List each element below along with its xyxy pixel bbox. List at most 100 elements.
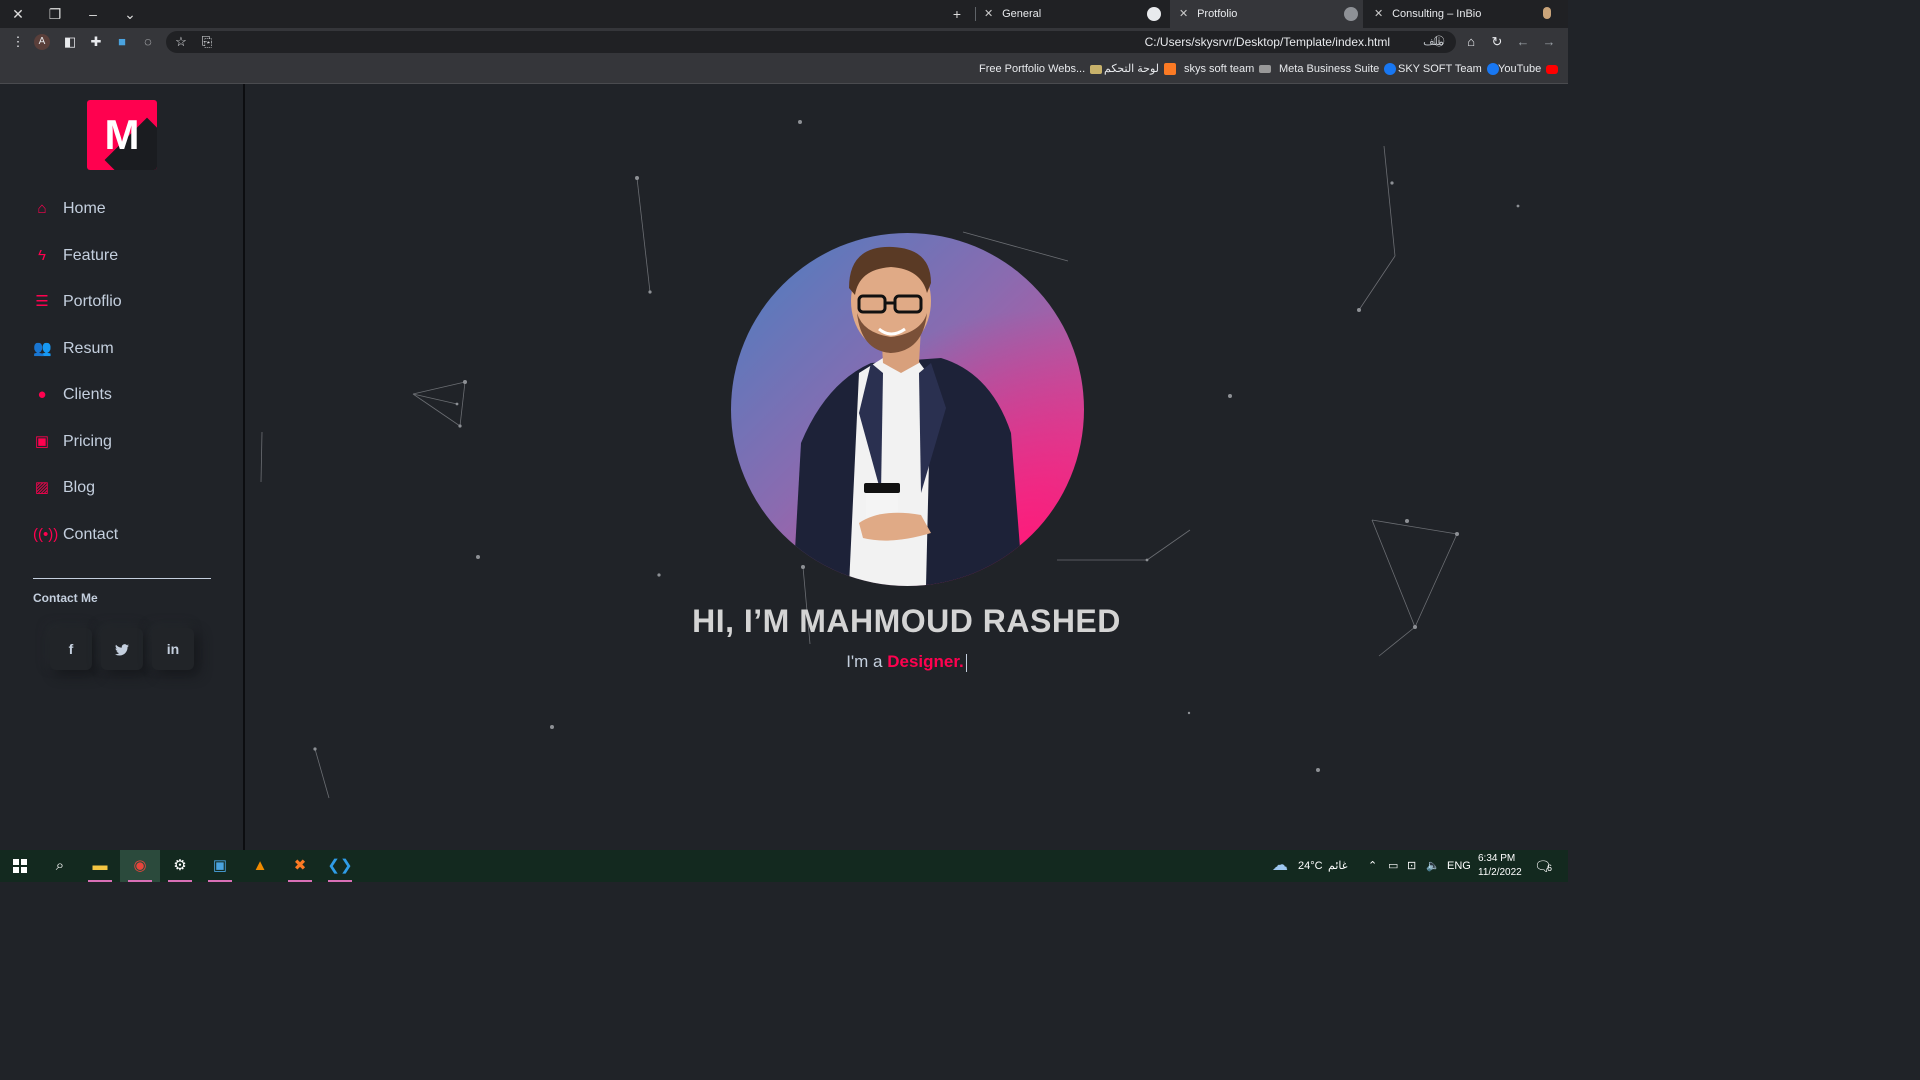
xampp-icon[interactable]: ✖ xyxy=(280,850,320,882)
notification-count: 6 xyxy=(1547,863,1553,873)
tab-consulting[interactable]: ✕ Consulting – InBio xyxy=(1365,0,1565,28)
nav-item-pricing[interactable]: ▣ Pricing xyxy=(33,430,112,454)
windows-start-icon[interactable] xyxy=(0,850,40,882)
typing-cursor xyxy=(965,653,967,672)
close-tab-icon[interactable]: ✕ xyxy=(1179,0,1189,28)
search-icon[interactable]: ⌕ xyxy=(40,850,80,882)
facebook-icon xyxy=(1486,63,1499,76)
extension-translate-icon[interactable]: ■ xyxy=(112,32,132,52)
hero-subtitle-role: Designer. xyxy=(887,652,964,671)
users-icon: 👥 xyxy=(33,340,52,357)
share-icon[interactable]: ⎘ xyxy=(197,32,217,52)
nav-label: Feature xyxy=(63,247,119,264)
tab-title: Protfolio xyxy=(1197,8,1238,20)
meet-icon[interactable]: ▭ xyxy=(1388,850,1398,882)
windows-logo-icon xyxy=(13,859,27,874)
nav-item-clients[interactable]: ● Clients xyxy=(33,383,112,407)
broadcast-icon: ((•)) xyxy=(33,526,59,543)
file-explorer-icon[interactable]: ▬ xyxy=(80,850,120,882)
hero-subtitle: I'm a Designer. xyxy=(0,652,1813,672)
bookmark-free-portfolio[interactable]: Free Portfolio Webs... xyxy=(979,61,1103,77)
hero-subtitle-prefix: I'm a xyxy=(846,652,888,671)
app-running-indicator xyxy=(128,880,152,882)
user-icon: ● xyxy=(37,386,47,403)
volume-icon[interactable]: 🔈 xyxy=(1426,850,1440,882)
bookmark-dashboard[interactable]: لوحة التحكم xyxy=(1104,61,1177,77)
app-running-indicator xyxy=(328,880,352,882)
back-icon[interactable]: ← xyxy=(1513,32,1533,52)
tab-title: General xyxy=(1002,8,1042,20)
reload-icon[interactable]: ↻ xyxy=(1487,32,1507,52)
nav-item-blog[interactable]: ▨ Blog xyxy=(33,476,95,500)
app-running-indicator xyxy=(168,880,192,882)
vscode-icon[interactable]: ❮❯ xyxy=(320,850,360,882)
nav-label: Portoflio xyxy=(63,293,122,310)
weather-temperature[interactable]: 24°C xyxy=(1298,850,1323,882)
facebook-icon xyxy=(1384,63,1397,76)
nav-label: Pricing xyxy=(63,433,112,450)
weather-cloud-icon[interactable]: ☁ xyxy=(1272,850,1288,882)
bookmark-skys-soft-team[interactable]: skys soft team xyxy=(1184,61,1272,77)
globe-icon xyxy=(1344,7,1358,21)
tab-general[interactable]: ✕ General xyxy=(975,0,1167,28)
logo-letter: M xyxy=(104,111,140,158)
image-icon xyxy=(1090,64,1103,74)
side-panel-icon[interactable]: ◧ xyxy=(60,32,80,52)
new-tab-button[interactable]: + xyxy=(946,4,968,24)
tab-portfolio[interactable]: ✕ Protfolio xyxy=(1170,0,1363,28)
tab-title: Consulting – InBio xyxy=(1392,8,1482,20)
clock-date[interactable]: 11/2/2022 xyxy=(1478,866,1522,880)
hero-title: HI, I’M MAHMOUD RASHED xyxy=(692,603,1121,639)
cart-icon xyxy=(1259,65,1272,74)
close-tab-icon[interactable]: ✕ xyxy=(1374,0,1384,28)
url-text[interactable]: C:/Users/skysrvr/Desktop/Template/index.… xyxy=(1145,31,1390,53)
weather-condition[interactable]: غائم xyxy=(1328,850,1348,882)
app-running-indicator xyxy=(288,880,312,882)
nav-item-contact[interactable]: ((•)) Contact xyxy=(33,523,118,547)
sidebar-divider xyxy=(33,578,211,579)
tray-chevron-icon[interactable]: ⌃ xyxy=(1368,850,1377,882)
remote-desktop-icon[interactable]: ▣ xyxy=(200,850,240,882)
close-tab-icon[interactable]: ✕ xyxy=(984,0,994,28)
person-illustration xyxy=(793,246,1023,586)
settings-icon[interactable]: ⚙ xyxy=(160,850,200,882)
youtube-icon xyxy=(1546,64,1559,74)
bookmark-youtube[interactable]: YouTube xyxy=(1498,61,1559,77)
app-running-indicator xyxy=(208,880,232,882)
bookmark-sky-soft-team[interactable]: SKY SOFT Team xyxy=(1398,61,1499,77)
bolt-icon: ϟ xyxy=(38,247,46,264)
profile-avatar[interactable]: A xyxy=(34,34,50,50)
clock-time[interactable]: 6:34 PM xyxy=(1478,852,1515,866)
browser-tabstrip: ✕ ❐ – ⌄ + ✕ General ✕ Protfolio ✕ Consul… xyxy=(0,0,1568,28)
bookmark-meta-business-suite[interactable]: Meta Business Suite xyxy=(1279,61,1397,77)
home-button-icon[interactable]: ⌂ xyxy=(1461,32,1481,52)
home-icon: ⌂ xyxy=(37,200,47,217)
extension-circle-icon[interactable]: ◌ xyxy=(138,32,158,52)
nav-label: Blog xyxy=(63,479,96,496)
close-window-icon[interactable]: ✕ xyxy=(7,4,29,24)
menu-dots-icon[interactable]: ⋮ xyxy=(8,32,28,52)
minimize-window-icon[interactable]: – xyxy=(82,4,104,24)
person-favicon-icon xyxy=(1543,7,1551,19)
extensions-icon[interactable]: ✚ xyxy=(86,32,106,52)
network-icon[interactable]: ⊡ xyxy=(1407,850,1416,882)
nav-item-home[interactable]: ⌂ Home xyxy=(33,197,105,221)
bookmark-star-icon[interactable]: ☆ xyxy=(171,32,191,52)
nav-label: Contact xyxy=(63,526,119,543)
site-info-icon[interactable]: ⓘ xyxy=(1429,32,1449,52)
site-logo[interactable]: M xyxy=(87,100,157,170)
restore-window-icon[interactable]: ❐ xyxy=(44,4,66,24)
nav-item-feature[interactable]: ϟ Feature xyxy=(33,244,118,268)
app-running-indicator xyxy=(88,880,112,882)
forward-icon[interactable]: → xyxy=(1539,32,1559,52)
nav-label: Resum xyxy=(63,340,114,357)
nav-item-portfolio[interactable]: ☰ Portoflio xyxy=(33,290,122,314)
tab-search-icon[interactable]: ⌄ xyxy=(119,4,141,24)
chrome-icon[interactable]: ◉ xyxy=(120,850,160,882)
vlc-icon[interactable]: ▲ xyxy=(240,850,280,882)
nav-label: Clients xyxy=(63,386,112,403)
image-icon: ▨ xyxy=(34,479,50,496)
nav-item-resume[interactable]: 👥 Resum xyxy=(33,337,114,361)
language-indicator[interactable]: ENG xyxy=(1447,850,1471,882)
money-icon: ▣ xyxy=(34,433,50,450)
